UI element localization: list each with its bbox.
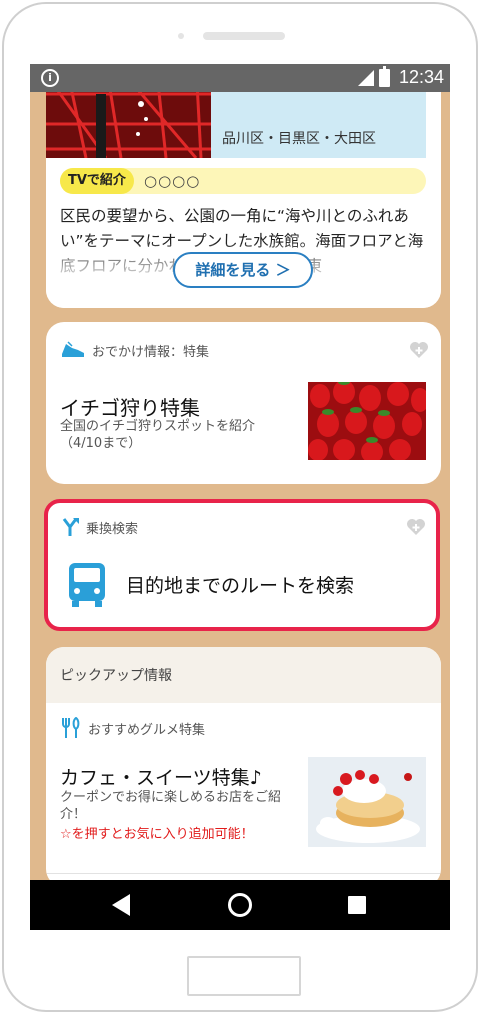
bus-icon bbox=[69, 563, 105, 607]
favorite-add-icon[interactable] bbox=[409, 340, 429, 360]
pickup-header-label: ピックアップ情報 bbox=[60, 668, 172, 684]
hardware-home-button[interactable] bbox=[187, 956, 301, 996]
outing-section-label: おでかけ情報：特集 bbox=[92, 344, 210, 360]
transit-section-header: 乗換検索 bbox=[60, 517, 138, 537]
cafe-subtitle: クーポンでお得に楽しめるお店をご紹介！ bbox=[60, 790, 282, 822]
home-icon[interactable] bbox=[228, 893, 252, 917]
outing-title: イチゴ狩り特集 bbox=[60, 396, 200, 420]
card-divider bbox=[46, 873, 441, 874]
details-button[interactable]: 詳細を見る ＞ bbox=[173, 252, 313, 288]
tag-row: TVで紹介 ○○○○ bbox=[60, 168, 426, 194]
pickup-header: ピックアップ情報 bbox=[46, 647, 441, 703]
status-time: 12:34 bbox=[399, 67, 445, 87]
transit-search-card[interactable]: 乗換検索 目的地までのルートを検索 bbox=[44, 499, 440, 631]
speaker-grille bbox=[203, 32, 285, 40]
battery-icon bbox=[379, 66, 390, 87]
area-label: 品川区・目黒区・大田区 bbox=[222, 131, 376, 147]
strawberry-photo bbox=[308, 382, 426, 460]
transfer-icon bbox=[62, 518, 79, 536]
pancake-photo bbox=[308, 757, 426, 847]
favorite-add-icon[interactable] bbox=[406, 517, 426, 537]
outing-feature-card[interactable]: おでかけ情報：特集 イチゴ狩り特集 全国のイチゴ狩りスポットを紹介 （4/10ま… bbox=[46, 322, 441, 484]
sneaker-icon bbox=[62, 341, 84, 357]
info-icon: i bbox=[41, 69, 59, 87]
area-panel bbox=[211, 92, 426, 158]
cafe-title: カフェ・スイーツ特集♪ bbox=[60, 767, 262, 789]
gourmet-section-header: おすすめグルメ特集 bbox=[60, 717, 205, 739]
recent-apps-icon[interactable] bbox=[348, 896, 366, 914]
feed[interactable]: 品川区・目黒区・大田区 TVで紹介 ○○○○ 区民の要望から、公園の一角に“海や… bbox=[30, 92, 450, 880]
outing-subtitle: 全国のイチゴ狩りスポットを紹介 （4/10まで） bbox=[60, 419, 256, 451]
favorite-note: ☆を押すとお気に入り追加可能！ bbox=[60, 827, 254, 842]
signal-icon bbox=[358, 70, 374, 86]
cutlery-icon bbox=[62, 717, 80, 738]
front-camera bbox=[178, 33, 184, 39]
navigation-bar bbox=[30, 880, 450, 930]
back-icon[interactable] bbox=[112, 894, 130, 916]
status-bar: i 12:34 bbox=[30, 64, 450, 92]
aquarium-photo bbox=[46, 92, 211, 158]
outing-section-header: おでかけ情報：特集 bbox=[60, 340, 209, 360]
pickup-card[interactable]: ピックアップ情報 おすすめグルメ特集 カフェ・スイーツ特集♪ クーポンでお得に楽… bbox=[46, 647, 441, 880]
gourmet-section-label: おすすめグルメ特集 bbox=[88, 722, 206, 738]
screen: i 12:34 品川区・目黒区・大田区 TVで紹介 ○○○○ 区民の要望から、公… bbox=[30, 64, 450, 930]
tv-tag: TVで紹介 bbox=[60, 168, 134, 194]
tag-value: ○○○○ bbox=[144, 172, 201, 190]
aquarium-card[interactable]: 品川区・目黒区・大田区 TVで紹介 ○○○○ 区民の要望から、公園の一角に“海や… bbox=[46, 92, 441, 308]
transit-section-label: 乗換検索 bbox=[86, 521, 139, 537]
transit-title: 目的地までのルートを検索 bbox=[126, 575, 355, 597]
